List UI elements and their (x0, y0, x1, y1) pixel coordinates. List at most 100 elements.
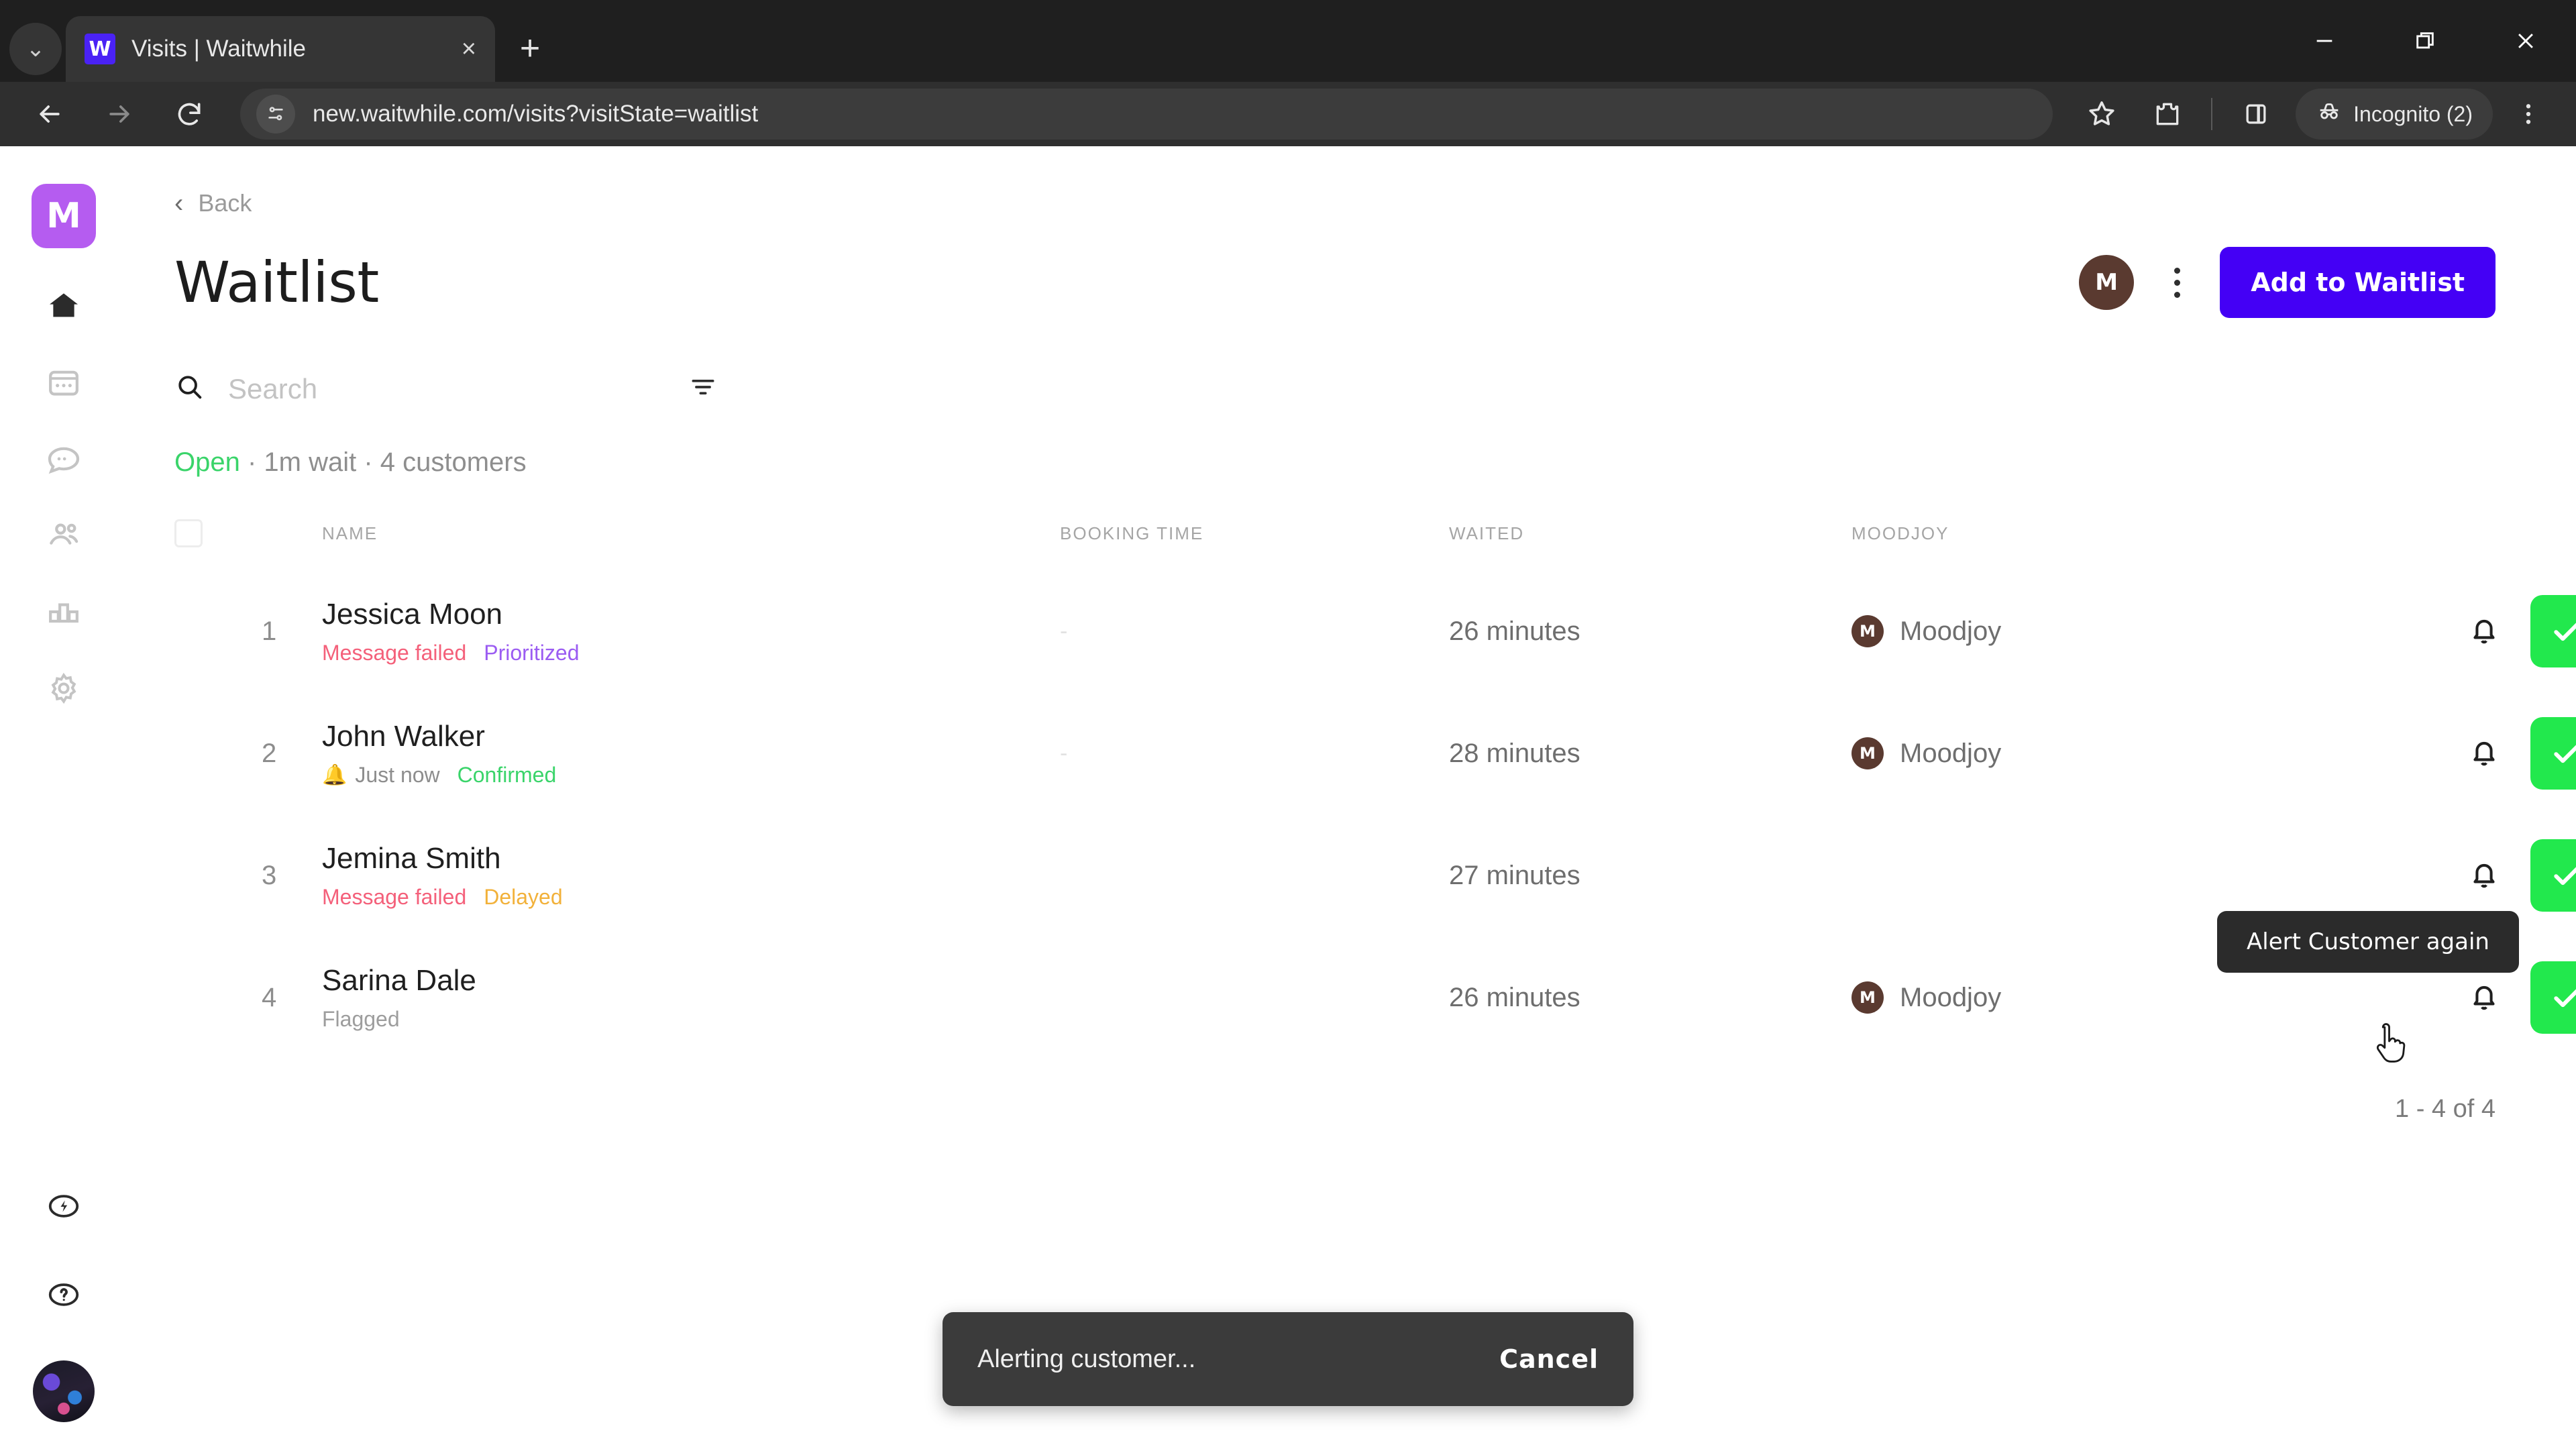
browser-toolbar: new.waitwhile.com/visits?visitState=wait… (0, 82, 2576, 146)
header-actions: M Add to Waitlist (2079, 247, 2496, 318)
plus-icon: + (519, 29, 541, 68)
reload-button[interactable] (157, 82, 221, 146)
chat-bubble-icon (45, 440, 83, 481)
bookmark-star-icon[interactable] (2072, 84, 2132, 144)
row-actions-cell (2227, 692, 2576, 814)
bell-alert-icon: 🔔 (322, 763, 347, 786)
new-tab-button[interactable]: + (504, 23, 555, 74)
minimize-button[interactable] (2274, 0, 2375, 82)
browser-window: ⌄ W Visits | Waitwhile × + new.waitwhile… (0, 0, 2576, 1449)
bell-icon[interactable] (2466, 979, 2502, 1016)
moodjoy-value: M Moodjoy (1851, 737, 2227, 769)
search-icon (174, 372, 205, 406)
bell-icon[interactable] (2466, 857, 2502, 894)
row-checkbox-cell[interactable] (174, 692, 262, 814)
check-in-button[interactable] (2530, 839, 2576, 912)
sidebar-item-calendar[interactable] (34, 360, 93, 408)
sidebar-item-settings[interactable] (34, 665, 93, 714)
table-row[interactable]: 4 Sarina Dale Flagged 26 minutes M Moodj… (174, 936, 2576, 1059)
check-in-button[interactable] (2530, 961, 2576, 1034)
bell-icon[interactable] (2466, 613, 2502, 649)
select-all-cell (174, 519, 262, 570)
header-actions (2227, 519, 2576, 570)
three-dot-menu-icon[interactable] (2498, 84, 2559, 144)
table-row[interactable]: 2 John Walker 🔔 Just now Confirmed - 28 … (174, 692, 2576, 814)
check-in-button[interactable] (2530, 595, 2576, 667)
browser-tab[interactable]: W Visits | Waitwhile × (66, 16, 495, 82)
row-checkbox-cell[interactable] (174, 570, 262, 692)
sidebar-item-power[interactable] (34, 1183, 93, 1232)
waited-time: 27 minutes (1449, 860, 1580, 890)
forward-button[interactable] (87, 82, 152, 146)
moodjoy-avatar: M (1851, 615, 1884, 647)
page-viewport: M ‹ Back Waitlist M Add to Waitlist Sear… (0, 146, 2576, 1449)
waited-time: 26 minutes (1449, 616, 1580, 646)
tag-just-now: 🔔 Just now (322, 763, 440, 788)
customer-tags: Message failed Prioritized (322, 641, 1060, 665)
add-to-waitlist-button[interactable]: Add to Waitlist (2220, 247, 2496, 318)
header-waited[interactable]: WAITED (1449, 519, 1851, 570)
toast-cancel-button[interactable]: Cancel (1499, 1344, 1599, 1374)
header-booking-time[interactable]: BOOKING TIME (1060, 519, 1449, 570)
close-icon[interactable]: × (462, 36, 476, 62)
back-link[interactable]: ‹ Back (174, 189, 2496, 217)
status-open: Open (174, 447, 240, 477)
side-panel-icon[interactable] (2226, 84, 2286, 144)
chevron-left-icon: ‹ (174, 189, 184, 218)
address-bar[interactable]: new.waitwhile.com/visits?visitState=wait… (240, 89, 2053, 140)
maximize-button[interactable] (2375, 0, 2475, 82)
header-moodjoy[interactable]: MOODJOY (1851, 519, 2227, 570)
sidebar-item-customers[interactable] (34, 513, 93, 561)
row-checkbox-cell[interactable] (174, 814, 262, 936)
tag-confirmed: Confirmed (457, 762, 557, 787)
profile-incognito-button[interactable]: Incognito (2) (2296, 89, 2493, 140)
header-name[interactable]: NAME (322, 519, 1060, 570)
row-name-cell: John Walker 🔔 Just now Confirmed (322, 692, 1060, 814)
select-all-checkbox[interactable] (174, 519, 203, 547)
user-avatar-photo[interactable] (33, 1360, 95, 1422)
moodjoy-label: Moodjoy (1900, 616, 2002, 646)
location-avatar[interactable]: M (2079, 255, 2135, 310)
check-in-button[interactable] (2530, 717, 2576, 790)
row-actions-cell (2227, 570, 2576, 692)
filter-icon[interactable] (688, 372, 718, 405)
booking-time (1060, 936, 1449, 1059)
workspace-logo[interactable]: M (32, 184, 96, 248)
sidebar-item-analytics[interactable] (34, 589, 93, 637)
search-input[interactable]: Search (174, 372, 665, 406)
people-icon (45, 517, 83, 557)
more-options-icon[interactable] (2157, 255, 2197, 310)
close-window-button[interactable] (2475, 0, 2576, 82)
table-row[interactable]: 3 Jemina Smith Message failed Delayed 27… (174, 814, 2576, 936)
row-name-cell: Sarina Dale Flagged (322, 936, 1060, 1059)
window-controls (2274, 0, 2576, 82)
waited-time: 28 minutes (1449, 738, 1580, 768)
header-index (262, 519, 322, 570)
extensions-icon[interactable] (2137, 84, 2198, 144)
sidebar-item-help[interactable] (34, 1272, 93, 1320)
booking-time: - (1060, 618, 1068, 644)
page-header: Waitlist M Add to Waitlist (174, 247, 2496, 318)
app-sidebar: M (0, 146, 127, 1449)
table-row[interactable]: 1 Jessica Moon Message failed Prioritize… (174, 570, 2576, 692)
tab-search-button[interactable]: ⌄ (9, 23, 62, 75)
sidebar-item-home[interactable] (34, 283, 93, 331)
back-button[interactable] (17, 82, 82, 146)
bell-icon[interactable] (2466, 735, 2502, 771)
booking-time (1060, 814, 1449, 936)
moodjoy-label: Moodjoy (1900, 982, 2002, 1012)
row-position: 4 (262, 982, 277, 1012)
moodjoy-avatar: M (1851, 737, 1884, 769)
moodjoy-label: Moodjoy (1900, 738, 2002, 768)
tag-just-now-label: Just now (355, 762, 440, 787)
sidebar-item-messages[interactable] (34, 436, 93, 484)
row-checkbox-cell[interactable] (174, 936, 262, 1059)
incognito-icon (2316, 98, 2343, 130)
moodjoy-cell (1851, 814, 2227, 936)
tab-title: Visits | Waitwhile (131, 36, 306, 62)
calendar-icon (45, 364, 83, 405)
profile-label: Incognito (2) (2353, 101, 2473, 126)
site-settings-icon[interactable] (256, 95, 295, 133)
search-bar: Search (174, 372, 718, 406)
page-title: Waitlist (174, 250, 379, 315)
